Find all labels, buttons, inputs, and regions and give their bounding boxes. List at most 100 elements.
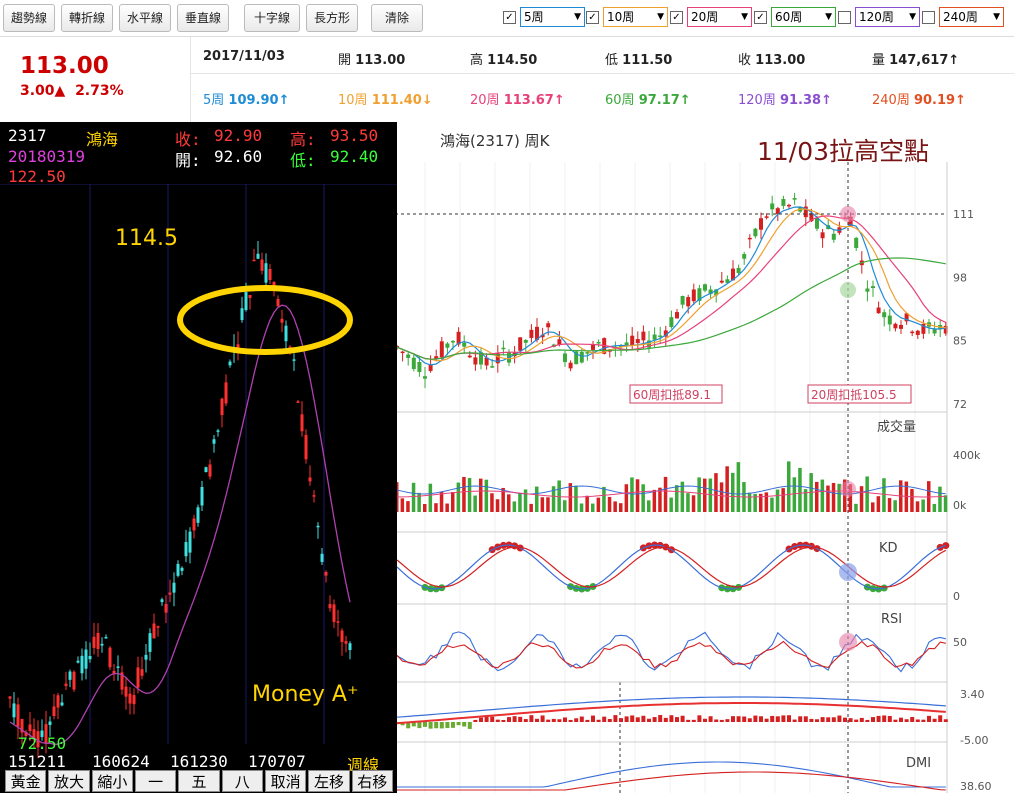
phone-candle-body	[252, 259, 256, 262]
phone-button-right[interactable]: 右移	[351, 770, 393, 792]
volume-bar	[943, 495, 948, 512]
ma-60-checkbox[interactable]: ✓	[754, 10, 767, 24]
ma-label: 10周	[338, 93, 368, 108]
volume-bar	[512, 501, 517, 512]
candle-body	[417, 361, 422, 373]
macd-bar	[803, 716, 808, 722]
phone-button-zoom-out[interactable]: 縮小	[91, 770, 133, 792]
trendline-button[interactable]: 趨勢線	[3, 4, 55, 32]
macd-bar	[725, 719, 730, 722]
ma-number: 97.17↑	[638, 93, 691, 108]
volume-bar	[663, 476, 668, 512]
rectangle-button[interactable]: 長方形	[306, 4, 358, 32]
macd-bar	[893, 719, 898, 722]
phone-button-zoom-in[interactable]: 放大	[48, 770, 90, 792]
volume-bar	[613, 501, 617, 512]
volume-bar	[938, 486, 942, 512]
phone-candle-body	[196, 507, 200, 523]
volume-bar	[697, 477, 701, 512]
volume-bar	[893, 500, 897, 512]
quote-close: 收 113.00	[738, 49, 805, 68]
ma-10-selector[interactable]: ✓ 10周 ▼	[586, 7, 668, 27]
ma-240-checkbox[interactable]	[922, 10, 935, 24]
phone-button-left[interactable]: 左移	[308, 770, 350, 792]
candle-body	[893, 323, 898, 329]
macd-bar	[787, 715, 791, 722]
candle-body	[865, 288, 870, 292]
volume-bar	[579, 503, 584, 512]
ma-10-value: 10周 111.40↓	[338, 89, 433, 108]
macd-bar	[736, 716, 741, 722]
macd-bar	[585, 719, 590, 722]
candle-body	[882, 312, 887, 318]
macd-bar	[451, 722, 455, 728]
phone-button-one[interactable]: 一	[134, 770, 177, 792]
candle-body	[406, 354, 411, 358]
high-value: 114.50	[487, 53, 538, 68]
phone-candle-body	[180, 567, 184, 571]
candle-body	[887, 315, 892, 325]
candle-body	[423, 376, 427, 379]
phone-button-eight[interactable]: 八	[221, 770, 263, 792]
phone-candle-body	[188, 531, 192, 553]
ma-20-checkbox[interactable]: ✓	[670, 10, 683, 24]
vertical-line-button[interactable]: 垂直線	[177, 4, 229, 32]
ma-20-dropdown[interactable]: 20周 ▼	[687, 7, 752, 27]
ma-20-value: 20周 113.67↑	[470, 89, 565, 108]
ma-5-checkbox[interactable]: ✓	[503, 10, 516, 24]
macd-bar	[921, 719, 926, 722]
ma-120-checkbox[interactable]	[838, 10, 851, 24]
phone-candle-body	[64, 683, 68, 687]
volume-bar	[691, 495, 696, 512]
ma-240-dropdown[interactable]: 240周 ▼	[939, 7, 1004, 27]
ma-10-dropdown[interactable]: 10周 ▼	[603, 7, 668, 27]
phone-button-row: 黃金 放大 縮小 一 五 八 取消 左移 右移	[4, 770, 394, 792]
ma-120-selector[interactable]: 120周 ▼	[838, 7, 920, 27]
macd-bar	[932, 718, 937, 722]
crosshair-button[interactable]: 十字線	[244, 4, 300, 32]
phone-candle-body	[224, 382, 228, 404]
marker-label: 60周扣抵89.1	[633, 388, 711, 402]
ma-60-dropdown[interactable]: 60周 ▼	[771, 7, 836, 27]
price-change: 3.00▲ 2.73%	[20, 83, 124, 99]
volume-bar	[686, 493, 690, 512]
ma-number: 111.40↓	[371, 93, 433, 108]
phone-button-cancel[interactable]: 取消	[264, 770, 307, 792]
phone-candle-body	[320, 553, 324, 562]
ma-20-selector[interactable]: ✓ 20周 ▼	[670, 7, 752, 27]
ma-240-selector[interactable]: 240周 ▼	[922, 7, 1004, 27]
candle-body	[686, 297, 691, 307]
ma-120-dropdown[interactable]: 120周 ▼	[855, 7, 920, 27]
macd-bar	[630, 715, 635, 722]
phone-button-five[interactable]: 五	[178, 770, 220, 792]
ma-5-selector[interactable]: ✓ 5周 ▼	[503, 7, 585, 27]
candle-body	[568, 362, 573, 369]
horizontal-line-button[interactable]: 水平線	[119, 4, 171, 32]
candle-body	[546, 323, 551, 328]
dmi-panel-label: DMI	[906, 756, 931, 771]
volume-bar	[921, 499, 925, 512]
macd-bar	[876, 715, 881, 722]
phone-candle-body	[296, 401, 300, 403]
volume-bar	[932, 503, 937, 512]
candle-body	[719, 280, 724, 283]
ma-label: 20周	[470, 93, 500, 108]
phone-candle-body	[56, 695, 60, 708]
phone-candle-body	[220, 398, 224, 416]
candle-body	[787, 204, 791, 207]
clear-button[interactable]: 清除	[371, 4, 423, 32]
macd-bar	[742, 716, 747, 722]
price-tick: 85	[953, 335, 967, 348]
ma-10-checkbox[interactable]: ✓	[586, 10, 599, 24]
macd-bar	[456, 722, 461, 726]
candle-body	[792, 198, 797, 200]
deduction-marker-60: 60周扣抵89.1	[629, 384, 723, 404]
candle-body	[518, 337, 523, 351]
phone-button-gold[interactable]: 黃金	[5, 770, 47, 792]
turning-line-button[interactable]: 轉折線	[61, 4, 113, 32]
volume-bar	[456, 482, 461, 512]
quote-high: 高 114.50	[470, 49, 537, 68]
ma-5-dropdown[interactable]: 5周 ▼	[520, 7, 585, 27]
weekly-k-chart[interactable]: 鴻海(2317) 周K 11/03拉高空點 111 98 85 72 60周扣抵89.…	[395, 122, 1014, 793]
ma-60-selector[interactable]: ✓ 60周 ▼	[754, 7, 836, 27]
